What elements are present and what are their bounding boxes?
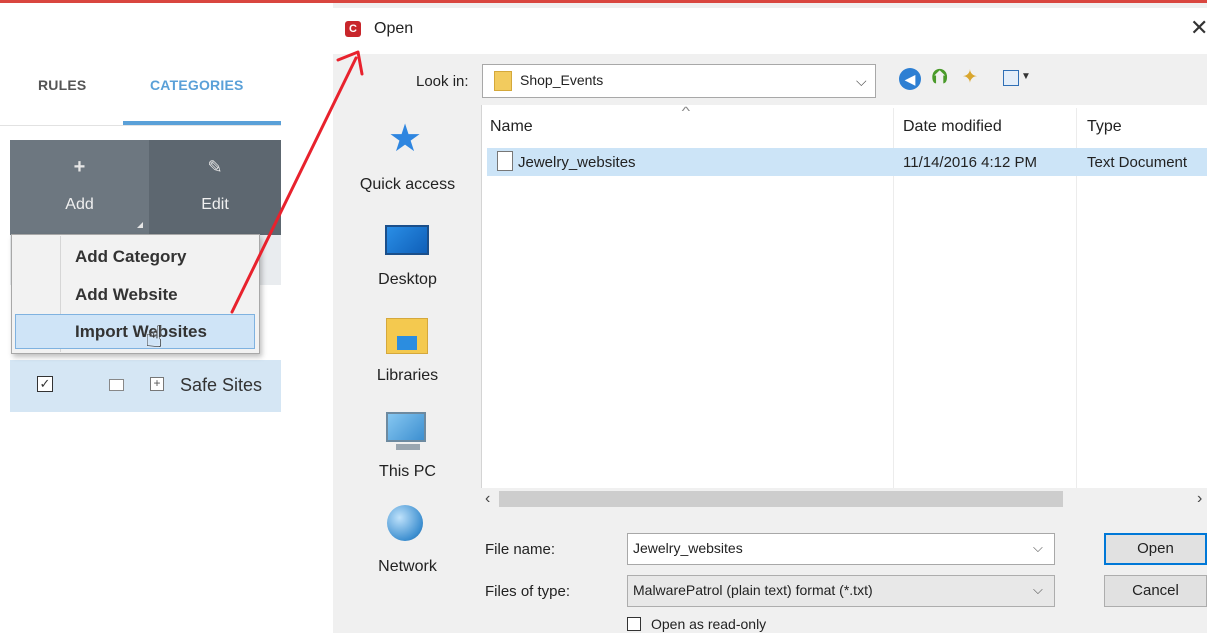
chevron-down-icon[interactable]: ⌵: [1033, 540, 1043, 556]
place-quick-access[interactable]: Quick access: [340, 176, 475, 194]
back-icon[interactable]: ◀: [899, 68, 921, 90]
add-button[interactable]: + Add: [10, 140, 149, 235]
hand-cursor-icon: ☝: [145, 321, 164, 354]
edit-button-label: Edit: [201, 196, 229, 213]
menu-item-add-website[interactable]: Add Website: [75, 285, 178, 305]
cancel-button[interactable]: Cancel: [1104, 575, 1207, 607]
place-this-pc[interactable]: This PC: [340, 463, 475, 481]
open-button[interactable]: Open: [1104, 533, 1207, 565]
read-only-label: Open as read-only: [651, 616, 767, 632]
column-header-date-modified[interactable]: Date modified: [903, 118, 1002, 136]
scrollbar-thumb[interactable]: [499, 491, 1063, 507]
edit-button[interactable]: ✎ Edit: [149, 140, 281, 235]
read-only-checkbox[interactable]: [627, 617, 641, 631]
chevron-down-icon[interactable]: ▼: [1021, 71, 1031, 82]
star-icon[interactable]: ★: [388, 120, 422, 158]
scroll-left-icon[interactable]: ‹: [485, 490, 490, 508]
files-of-type-value: MalwarePatrol (plain text) format (*.txt…: [633, 582, 873, 598]
network-icon[interactable]: [387, 505, 423, 541]
look-in-value: Shop_Events: [520, 72, 604, 88]
look-in-label: Look in:: [416, 73, 469, 90]
place-libraries[interactable]: Libraries: [340, 367, 475, 385]
sort-ascending-icon: ^: [681, 104, 691, 118]
expand-icon[interactable]: +: [150, 377, 164, 391]
scroll-right-icon[interactable]: ›: [1197, 490, 1202, 508]
libraries-icon-detail: [397, 336, 417, 350]
dialog-titlebar: [333, 8, 1207, 54]
column-header-name[interactable]: Name: [490, 118, 533, 136]
computer-stand: [396, 444, 420, 450]
text-file-icon: [497, 151, 513, 171]
computer-icon[interactable]: [386, 412, 426, 442]
chevron-down-icon[interactable]: ⌵: [856, 73, 867, 90]
dialog-title: Open: [374, 20, 414, 37]
file-type-cell: Text Document: [1087, 154, 1188, 171]
tab-rules[interactable]: RULES: [38, 77, 86, 93]
tree-item-label: Safe Sites: [180, 375, 263, 395]
new-folder-icon[interactable]: ✦: [962, 66, 978, 89]
close-icon[interactable]: ✕: [1190, 17, 1207, 39]
plus-icon: +: [73, 156, 86, 178]
file-name-cell: Jewelry_websites: [518, 154, 636, 171]
view-menu-icon[interactable]: [1003, 70, 1019, 86]
add-button-label: Add: [65, 196, 94, 213]
dropdown-corner-icon: [137, 222, 143, 228]
row-checkbox[interactable]: ✓: [37, 376, 53, 392]
file-date-cell: 11/14/2016 4:12 PM: [903, 154, 1037, 171]
place-desktop[interactable]: Desktop: [340, 271, 475, 289]
file-name-label: File name:: [485, 541, 556, 558]
chevron-down-icon[interactable]: ⌵: [1033, 582, 1043, 598]
folder-icon: [109, 379, 124, 391]
menu-item-import-websites[interactable]: Import Websites: [75, 322, 207, 342]
menu-item-add-category[interactable]: Add Category: [75, 247, 186, 267]
desktop-icon[interactable]: [385, 225, 429, 255]
tab-categories[interactable]: CATEGORIES: [150, 77, 244, 93]
tabs-divider: [0, 125, 281, 126]
pencil-icon: ✎: [207, 157, 223, 177]
files-of-type-label: Files of type:: [485, 583, 571, 600]
column-header-type[interactable]: Type: [1087, 118, 1122, 136]
up-folder-icon[interactable]: ⮉: [932, 66, 947, 89]
place-network[interactable]: Network: [340, 558, 475, 576]
file-name-value: Jewelry_websites: [633, 540, 743, 556]
folder-icon: [494, 71, 512, 91]
app-logo-icon: C: [345, 21, 361, 37]
